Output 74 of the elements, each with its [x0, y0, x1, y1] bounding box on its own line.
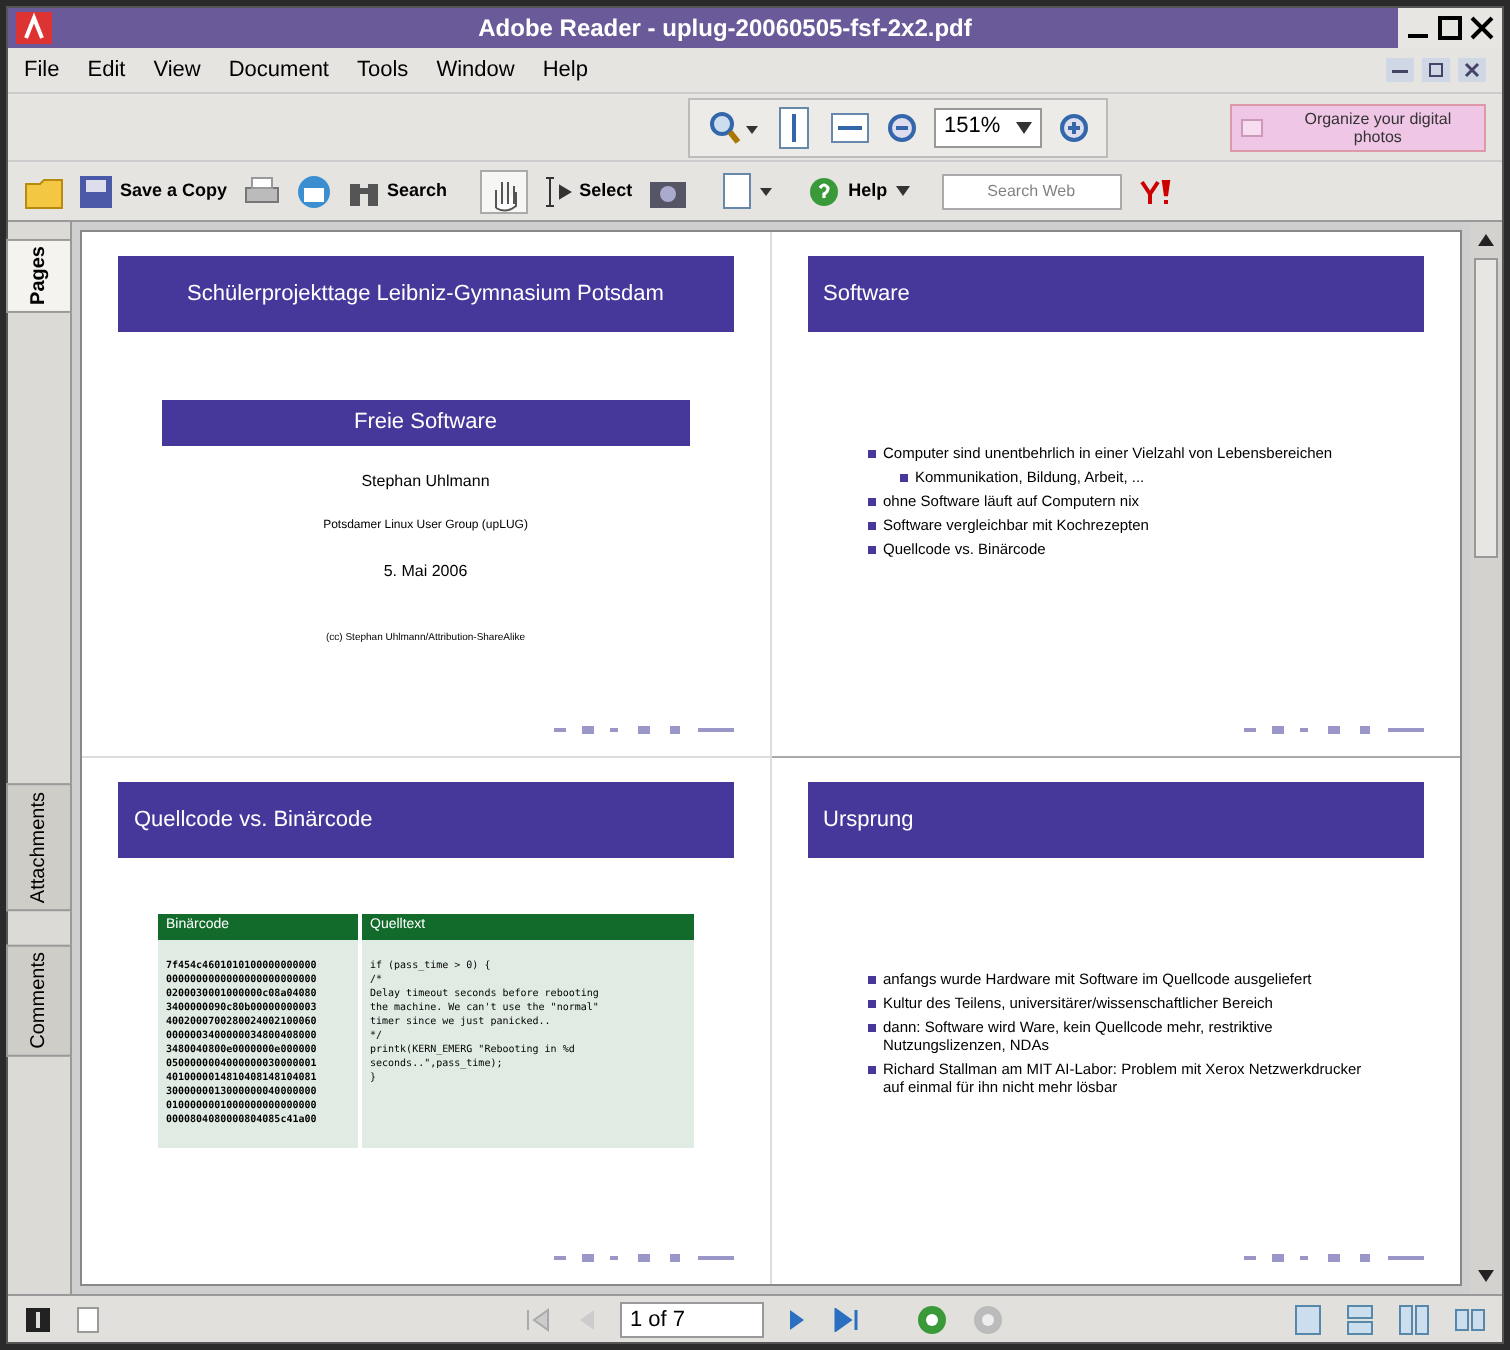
app-logo-icon [16, 12, 52, 44]
close-icon[interactable] [1458, 58, 1486, 82]
menu-item[interactable]: Window [436, 53, 515, 87]
slide-navigation-icon[interactable] [1244, 1252, 1424, 1264]
slide-header: Quellcode vs. Binärcode [118, 782, 733, 858]
window-title: Adobe Reader - uplug-20060505-fsf-2x2.pdf [476, 12, 974, 46]
dropdown-arrow-icon[interactable] [1016, 121, 1033, 133]
date-text: 5. Mai 2006 [381, 559, 470, 583]
document-icon[interactable] [76, 1305, 100, 1333]
bullet-icon [899, 474, 907, 482]
zoom-out-icon[interactable] [886, 111, 918, 143]
page-icon[interactable] [720, 171, 777, 211]
zoom-in-icon[interactable] [1058, 111, 1091, 143]
bullet-icon [867, 546, 875, 554]
continuous-icon[interactable] [1346, 1303, 1374, 1335]
menu-item[interactable]: Edit [87, 53, 126, 87]
scroll-thumb[interactable] [1474, 258, 1498, 558]
bullet-icon [867, 450, 875, 458]
fit-page-icon[interactable] [774, 105, 814, 149]
promo-button[interactable]: Organize your digital photos [1230, 103, 1486, 151]
scrollbar[interactable] [1470, 222, 1502, 1294]
bullet-icon [867, 522, 875, 530]
photo-icon [1240, 115, 1264, 139]
save-copy-button[interactable]: Save a Copy [80, 175, 228, 207]
slide-header: Software [807, 256, 1424, 332]
help-button[interactable]: Help [808, 175, 910, 207]
menu-item[interactable]: Tools [357, 53, 409, 87]
slide-header: Ursprung [807, 782, 1424, 858]
next-page-icon[interactable] [788, 1307, 808, 1331]
menu-item[interactable]: File [24, 53, 60, 87]
menu-item[interactable]: Help [542, 53, 588, 87]
select-button[interactable]: Select [543, 173, 633, 209]
go-forward-icon[interactable] [916, 1303, 948, 1335]
side-tab[interactable]: Attachments [6, 784, 72, 913]
menu-item[interactable]: View [153, 53, 201, 87]
author-text: Stephan Uhlmann [359, 469, 492, 493]
panel-icon[interactable] [24, 1305, 52, 1333]
scroll-down-icon[interactable] [1476, 1266, 1496, 1286]
slide-navigation-icon[interactable] [1244, 724, 1424, 736]
last-page-icon[interactable] [832, 1307, 860, 1331]
facing-icon[interactable] [1398, 1303, 1430, 1335]
zoom-field[interactable]: 151% [934, 107, 1043, 147]
email-icon[interactable] [295, 173, 332, 209]
printer-icon[interactable] [243, 175, 280, 207]
hand-icon[interactable] [479, 169, 528, 213]
text-cursor-icon [543, 173, 572, 209]
single-page-icon[interactable] [1294, 1303, 1322, 1335]
slide-title: Freie Software [162, 400, 689, 445]
folder-icon[interactable] [24, 173, 64, 209]
page-number-field[interactable]: 1 of 7 [620, 1301, 764, 1337]
side-tab[interactable]: Comments [6, 944, 72, 1057]
yahoo-icon[interactable] [1137, 177, 1174, 205]
bullet-icon [867, 1000, 875, 1008]
menu-item[interactable]: Document [228, 53, 329, 87]
close-icon[interactable] [1470, 16, 1494, 40]
bullet-icon [867, 498, 875, 506]
slide-navigation-icon[interactable] [553, 724, 733, 736]
zoom-in-icon[interactable] [706, 109, 758, 145]
dropdown-arrow-icon [895, 186, 910, 196]
slide-navigation-icon[interactable] [553, 1252, 733, 1264]
side-tab[interactable]: Pages [6, 238, 72, 313]
minimize-icon[interactable] [1386, 58, 1414, 82]
fit-width-icon[interactable] [830, 109, 870, 145]
bullet-icon [867, 1024, 875, 1032]
bullet-icon [867, 976, 875, 984]
slide-header: Schülerprojekttage Leibniz-Gymnasium Potsdam [118, 256, 733, 332]
search-web-field[interactable]: Search Web [941, 173, 1122, 209]
bullet-icon [867, 1066, 875, 1074]
search-button[interactable]: Search [347, 175, 448, 207]
question-mark-icon [808, 175, 841, 207]
scroll-up-icon[interactable] [1476, 230, 1496, 250]
restore-icon[interactable] [1422, 58, 1450, 82]
continuous-facing-icon[interactable] [1454, 1303, 1486, 1335]
maximize-icon[interactable] [1438, 16, 1462, 40]
